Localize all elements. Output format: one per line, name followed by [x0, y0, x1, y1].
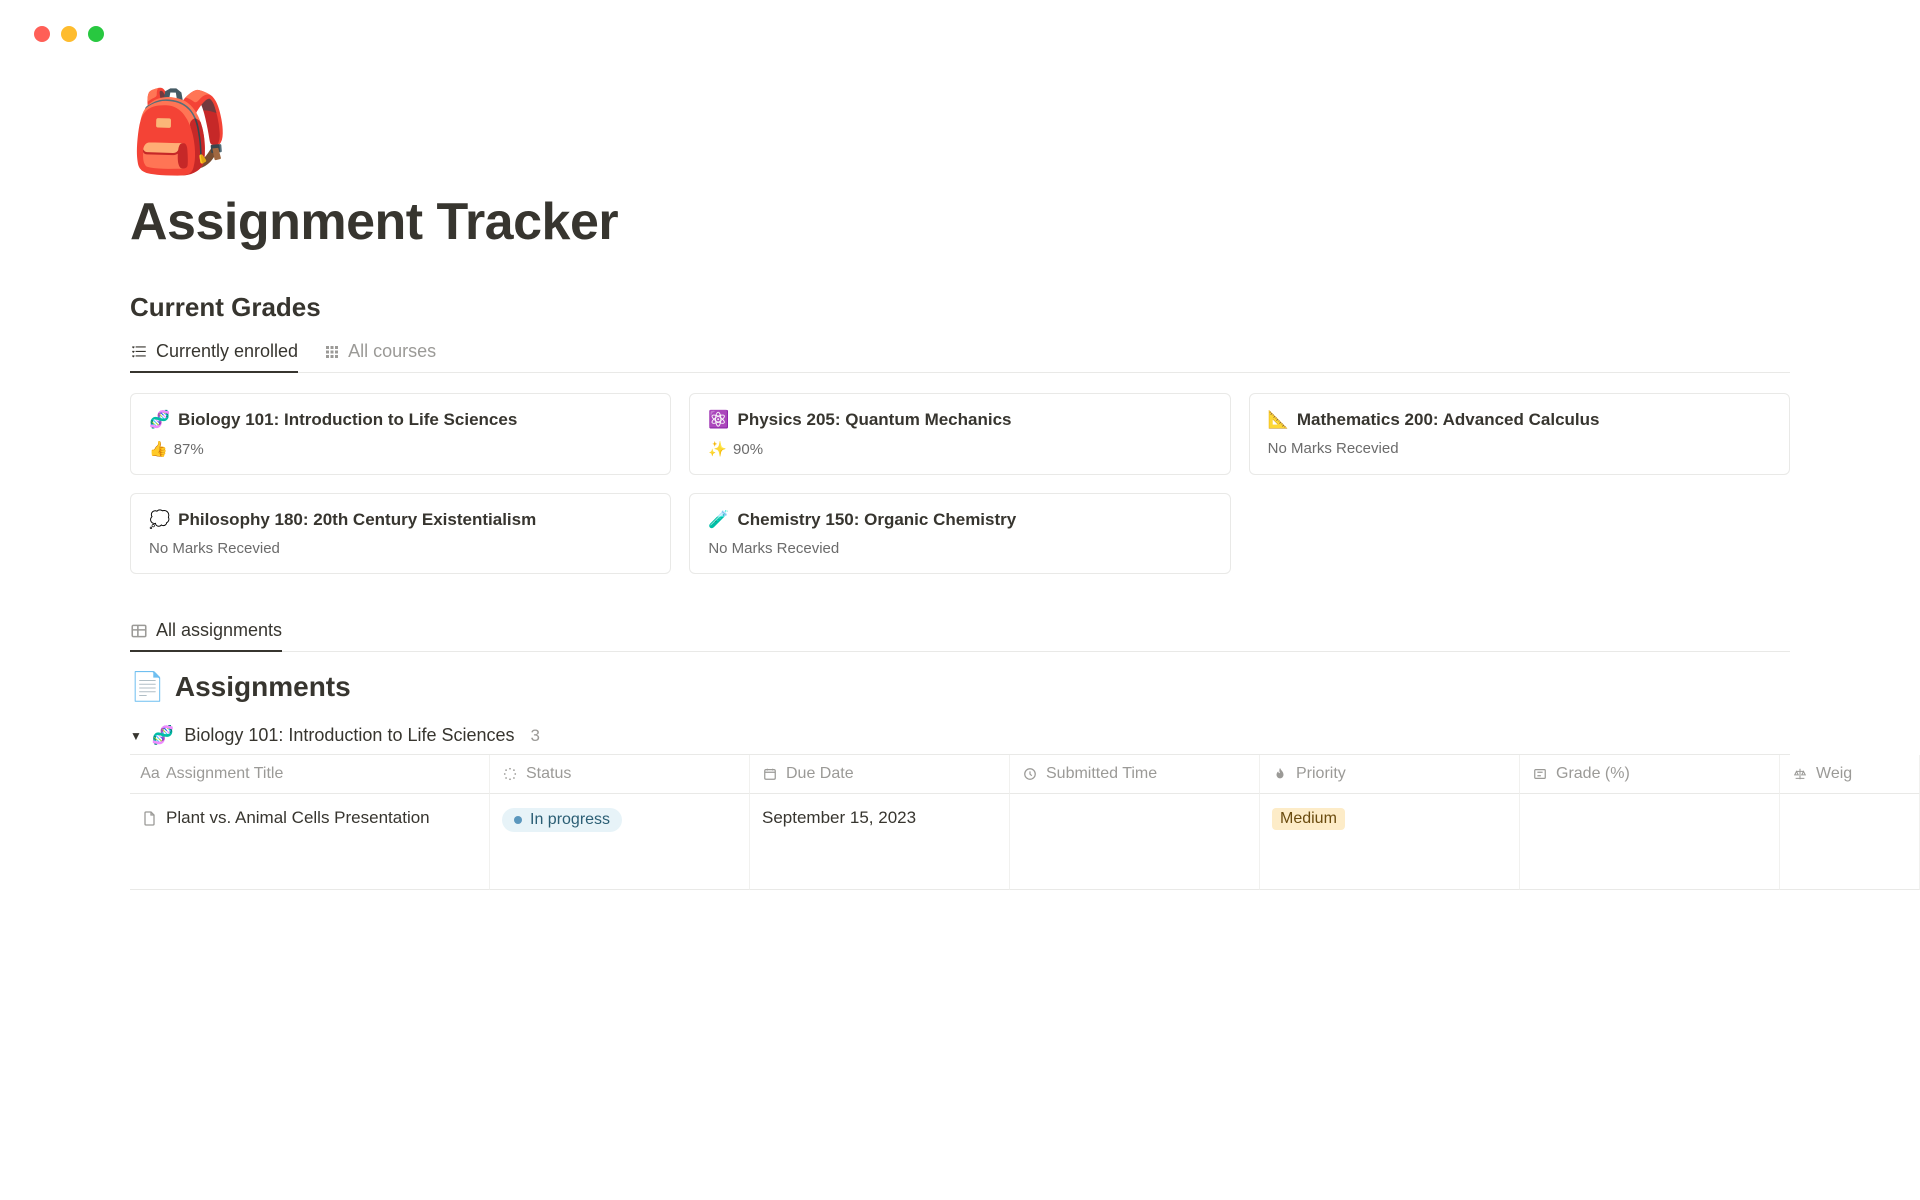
course-name-text: Physics 205: Quantum Mechanics	[738, 410, 1012, 430]
window-minimize-button[interactable]	[61, 26, 77, 42]
status-dot-icon	[514, 816, 522, 824]
group-count: 3	[531, 726, 540, 746]
course-card-biology[interactable]: 🧬 Biology 101: Introduction to Life Scie…	[130, 393, 671, 475]
scale-icon	[1792, 767, 1808, 781]
page-container: 🎒 Assignment Tracker Current Grades Curr…	[0, 42, 1920, 890]
list-icon	[130, 343, 148, 361]
assignment-title-text: Plant vs. Animal Cells Presentation	[166, 808, 430, 828]
status-icon	[502, 767, 518, 781]
page-icon[interactable]: 🎒	[130, 92, 1790, 172]
window-controls	[0, 0, 1920, 42]
calendar-icon	[762, 767, 778, 781]
priority-badge: Medium	[1272, 808, 1345, 830]
page-title[interactable]: Assignment Tracker	[130, 192, 1790, 252]
col-weight[interactable]: Weig	[1780, 755, 1920, 794]
course-name-text: Mathematics 200: Advanced Calculus	[1297, 410, 1600, 430]
course-card-philosophy[interactable]: 💭 Philosophy 180: 20th Century Existenti…	[130, 493, 671, 574]
grade-value: No Marks Recevied	[149, 540, 280, 557]
cell-submitted-time[interactable]	[1010, 794, 1260, 890]
col-submitted-time[interactable]: Submitted Time	[1010, 755, 1260, 794]
table-row[interactable]: Plant vs. Animal Cells Presentation In p…	[130, 794, 1790, 890]
course-name-text: Chemistry 150: Organic Chemistry	[738, 510, 1017, 530]
group-name: Biology 101: Introduction to Life Scienc…	[184, 725, 514, 746]
course-card-mathematics[interactable]: 📐 Mathematics 200: Advanced Calculus No …	[1249, 393, 1790, 475]
due-date-text: September 15, 2023	[762, 808, 916, 828]
course-name-text: Philosophy 180: 20th Century Existential…	[178, 510, 536, 530]
course-card-physics[interactable]: ⚛️ Physics 205: Quantum Mechanics ✨ 90%	[689, 393, 1230, 475]
course-card-chemistry[interactable]: 🧪 Chemistry 150: Organic Chemistry No Ma…	[689, 493, 1230, 574]
cell-assignment-title[interactable]: Plant vs. Animal Cells Presentation	[130, 794, 490, 890]
cell-priority[interactable]: Medium	[1260, 794, 1520, 890]
assignments-table: Aa Assignment Title Status Due Date Sub	[130, 754, 1790, 890]
tab-label: Currently enrolled	[156, 341, 298, 362]
clock-icon	[1022, 767, 1038, 781]
cell-grade[interactable]	[1520, 794, 1780, 890]
status-text: In progress	[530, 811, 610, 829]
grades-view-tabs: Currently enrolled All courses	[130, 341, 1790, 373]
number-icon	[1532, 767, 1548, 781]
document-icon	[142, 810, 158, 826]
tab-label: All courses	[348, 341, 436, 362]
grade-value: 90%	[733, 441, 763, 458]
grades-heading: Current Grades	[130, 292, 1790, 323]
course-grid: 🧬 Biology 101: Introduction to Life Scie…	[130, 393, 1790, 574]
col-status[interactable]: Status	[490, 755, 750, 794]
tab-currently-enrolled[interactable]: Currently enrolled	[130, 341, 298, 372]
cell-weight[interactable]	[1780, 794, 1920, 890]
course-name-text: Biology 101: Introduction to Life Scienc…	[178, 410, 517, 430]
text-icon: Aa	[142, 765, 158, 783]
course-icon: 🧬	[149, 410, 170, 430]
course-icon: 💭	[149, 510, 170, 530]
col-assignment-title[interactable]: Aa Assignment Title	[130, 755, 490, 794]
table-icon	[130, 622, 148, 640]
col-grade[interactable]: Grade (%)	[1520, 755, 1780, 794]
grade-value: No Marks Recevied	[708, 540, 839, 557]
tab-all-courses[interactable]: All courses	[324, 341, 436, 372]
group-icon: 🧬	[152, 725, 174, 746]
page-doc-icon: 📄	[130, 670, 165, 703]
table-header-row: Aa Assignment Title Status Due Date Sub	[130, 755, 1790, 794]
course-icon: ⚛️	[708, 410, 729, 430]
assignments-heading-text: Assignments	[175, 671, 351, 703]
cell-due-date[interactable]: September 15, 2023	[750, 794, 1010, 890]
course-icon: 🧪	[708, 510, 729, 530]
assignments-view-tabs: All assignments	[130, 620, 1790, 652]
col-priority[interactable]: Priority	[1260, 755, 1520, 794]
col-due-date[interactable]: Due Date	[750, 755, 1010, 794]
grade-icon: 👍	[149, 440, 168, 458]
grade-value: No Marks Recevied	[1268, 440, 1399, 457]
grade-value: 87%	[174, 441, 204, 458]
window-close-button[interactable]	[34, 26, 50, 42]
assignments-heading[interactable]: 📄 Assignments	[130, 670, 1790, 703]
caret-down-icon: ▼	[130, 729, 142, 743]
tab-all-assignments[interactable]: All assignments	[130, 620, 282, 651]
flame-icon	[1272, 767, 1288, 781]
cell-status[interactable]: In progress	[490, 794, 750, 890]
status-badge: In progress	[502, 808, 622, 832]
course-icon: 📐	[1268, 410, 1289, 430]
tab-label: All assignments	[156, 620, 282, 641]
group-toggle-biology[interactable]: ▼ 🧬 Biology 101: Introduction to Life Sc…	[130, 717, 1790, 754]
grade-icon: ✨	[708, 440, 727, 458]
grid-icon	[324, 344, 340, 360]
window-fullscreen-button[interactable]	[88, 26, 104, 42]
